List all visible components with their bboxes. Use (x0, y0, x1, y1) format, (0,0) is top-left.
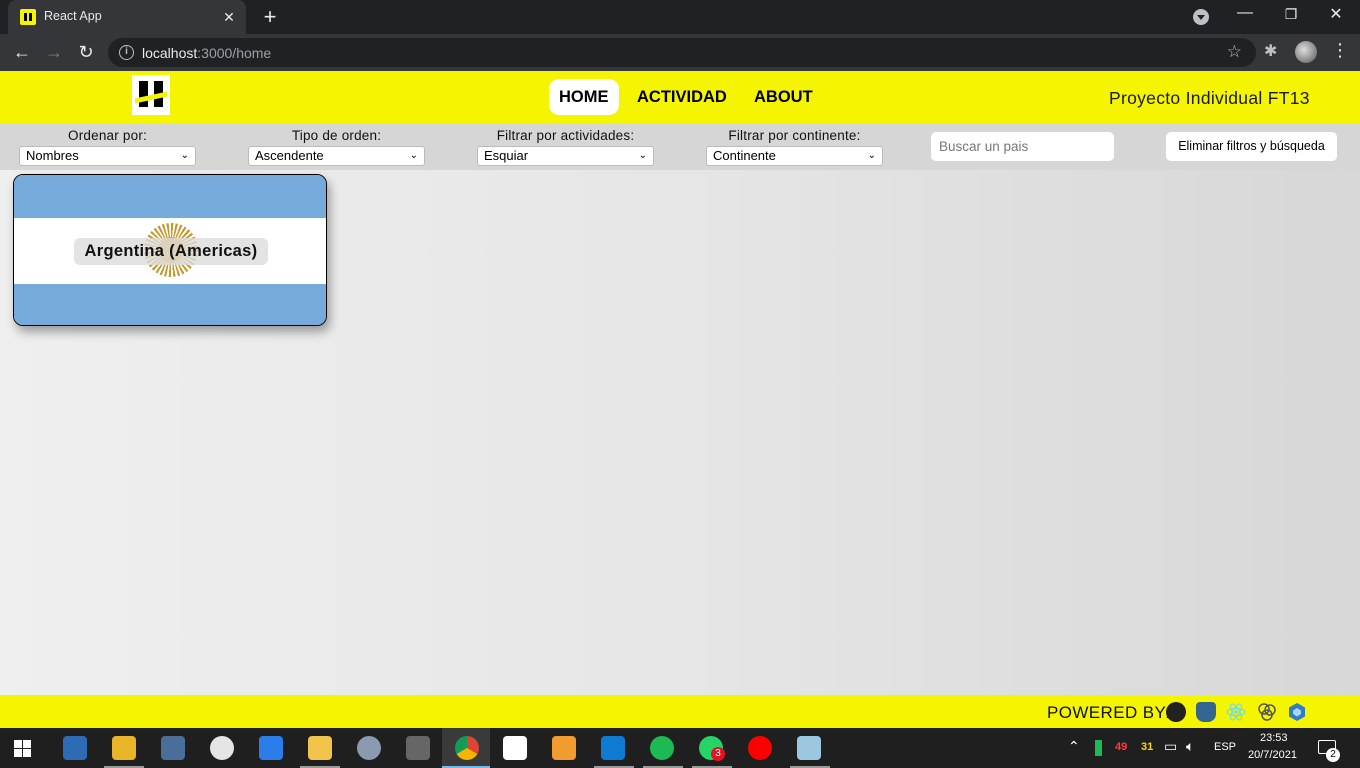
continent-select[interactable]: Continente ⌄ (706, 146, 883, 166)
activity-label: Filtrar por actividades: (496, 128, 635, 143)
browser-tab[interactable]: React App ✕ (8, 0, 246, 34)
volume-icon[interactable]: 🔈︎ (1186, 738, 1194, 755)
dl-icon[interactable] (503, 736, 527, 760)
vscode-icon[interactable] (601, 736, 625, 760)
country-card[interactable]: Argentina (Americas) (13, 174, 327, 326)
order-type-label: Tipo de orden: (291, 128, 382, 143)
profile-avatar-icon[interactable] (1295, 41, 1317, 63)
new-tab-button[interactable]: + (258, 5, 282, 29)
filter-bar: Ordenar por: Nombres ⌄ Tipo de orden: As… (0, 124, 1360, 170)
chevron-down-icon: ⌄ (409, 150, 418, 161)
clock-date[interactable]: 20/7/2021 (1248, 749, 1297, 761)
flag-stripe-top (14, 175, 326, 218)
clear-filters-button[interactable]: Eliminar filtros y búsqueda (1166, 132, 1337, 161)
clock-time[interactable]: 23:53 (1260, 732, 1288, 744)
minimize-button[interactable]: — (1231, 4, 1259, 22)
nav-about[interactable]: ABOUT (744, 79, 823, 115)
network-icon[interactable]: ▭ (1164, 738, 1177, 755)
spotify-icon[interactable] (650, 736, 674, 760)
browser-toolbar: ← → ↻ i localhost:3000/home ☆ (0, 34, 1360, 71)
language-indicator[interactable]: ESP (1214, 741, 1236, 753)
project-title: Proyecto Individual FT13 (1109, 88, 1310, 108)
order-by-label: Ordenar por: (68, 128, 147, 143)
app-footer: POWERED BY: (0, 695, 1360, 728)
browser-menu-icon[interactable]: ⋮ (1331, 40, 1349, 61)
reload-icon[interactable]: ↻ (74, 40, 98, 64)
sticky-notes-icon[interactable] (308, 736, 332, 760)
continent-filter: Filtrar por continente: Continente ⌄ (706, 127, 883, 166)
cpu-temp-text: 49 (1115, 741, 1128, 753)
chevron-down-icon: ⌄ (638, 150, 647, 161)
chrome-icon[interactable] (455, 736, 479, 760)
search-input[interactable]: Buscar un pais (931, 132, 1114, 161)
chevron-down-icon: ⌄ (867, 150, 876, 161)
url-host: localhost (142, 45, 198, 61)
order-type-filter: Tipo de orden: Ascendente ⌄ (248, 127, 425, 166)
react-icon (1226, 703, 1246, 721)
address-bar[interactable]: i localhost:3000/home ☆ (108, 38, 1256, 67)
bookmark-star-icon[interactable]: ☆ (1227, 42, 1242, 62)
window-close-button[interactable]: ✕ (1322, 4, 1350, 24)
tray-expand-icon[interactable]: ⌃ (1068, 738, 1080, 755)
url-text[interactable]: localhost:3000/home (142, 45, 271, 61)
order-by-filter: Ordenar por: Nombres ⌄ (19, 127, 196, 166)
whatsapp-badge: 3 (711, 747, 725, 761)
back-icon[interactable]: ← (10, 40, 34, 64)
extensions-icon[interactable]: ✱ (1264, 41, 1277, 61)
radio-icon[interactable] (406, 736, 430, 760)
todo-icon[interactable] (259, 736, 283, 760)
windows-taskbar: 3 ⌃ 49 31 ▭ 🔈︎ ESP 23:53 20/7/2021 2 (0, 728, 1360, 768)
clock-icon[interactable] (210, 736, 234, 760)
notes-icon[interactable] (797, 736, 821, 760)
powered-by-label: POWERED BY: (1047, 703, 1171, 722)
forward-icon[interactable]: → (42, 40, 66, 64)
calculator-icon[interactable] (161, 736, 185, 760)
camera-icon[interactable] (357, 736, 381, 760)
activity-filter: Filtrar por actividades: Esquiar ⌄ (477, 127, 654, 166)
nav-actividad[interactable]: ACTIVIDAD (627, 79, 737, 115)
activity-select[interactable]: Esquiar ⌄ (477, 146, 654, 166)
order-by-select[interactable]: Nombres ⌄ (19, 146, 196, 166)
windows-start-icon[interactable] (14, 740, 31, 757)
url-path: :3000/home (197, 45, 272, 61)
postgresql-icon (1196, 702, 1216, 722)
nav-home[interactable]: HOME (549, 79, 619, 115)
flag-stripe-bottom (14, 284, 326, 325)
tab-title: React App (44, 9, 102, 23)
sublime-icon[interactable] (552, 736, 576, 760)
notification-count: 2 (1326, 748, 1340, 762)
gpu-temp-text: 31 (1141, 741, 1154, 753)
tab-search-icon[interactable] (1193, 9, 1209, 25)
tab-close-icon[interactable]: ✕ (220, 8, 238, 26)
country-grid: Argentina (Americas) (0, 170, 1360, 695)
battery-icon (1095, 740, 1102, 756)
sequelize-icon (1289, 703, 1305, 721)
continent-label: Filtrar por continente: (728, 128, 861, 143)
app-favicon-icon (20, 9, 36, 25)
task-view-icon[interactable] (63, 736, 87, 760)
chevron-down-icon: ⌄ (180, 150, 189, 161)
restore-button[interactable]: ❐ (1277, 6, 1305, 23)
country-name: Argentina (Americas) (74, 238, 268, 265)
app-logo[interactable] (132, 75, 170, 115)
express-icon (1166, 702, 1186, 722)
youtube-music-icon[interactable] (748, 736, 772, 760)
redux-icon (1258, 703, 1276, 721)
file-explorer-icon[interactable] (112, 736, 136, 760)
site-info-icon[interactable]: i (119, 45, 134, 60)
app-header: HOME ACTIVIDAD ABOUT Proyecto Individual… (0, 71, 1360, 124)
browser-tab-strip: React App ✕ + — ❐ ✕ (0, 0, 1360, 34)
order-type-select[interactable]: Ascendente ⌄ (248, 146, 425, 166)
